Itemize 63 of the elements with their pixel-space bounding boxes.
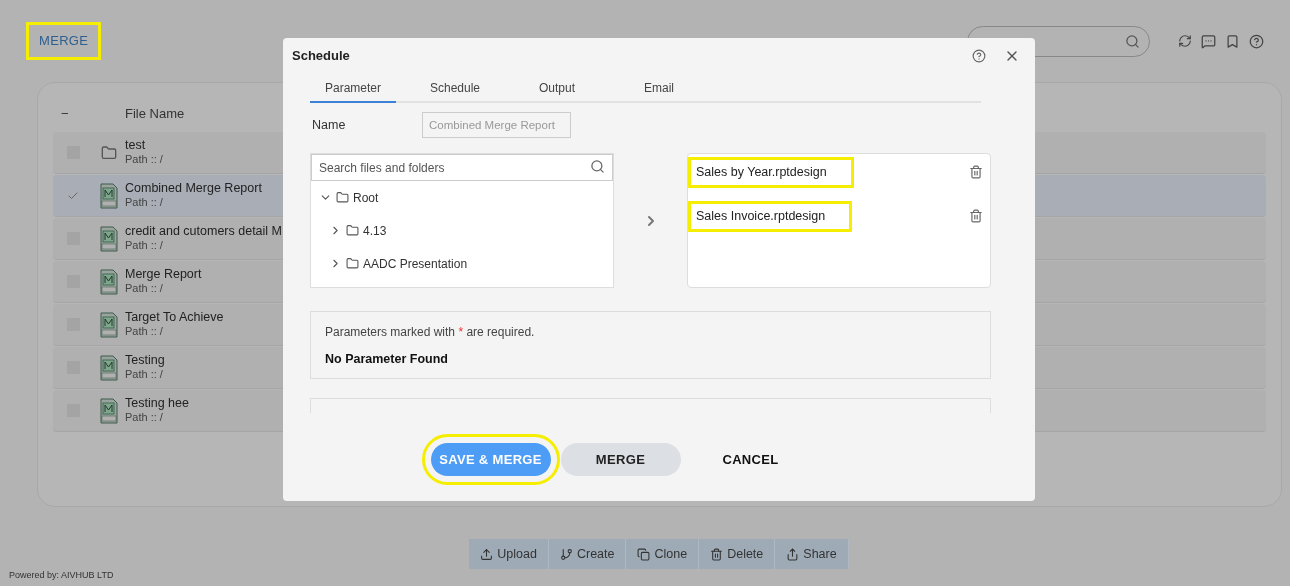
share-icon bbox=[786, 547, 800, 561]
page-title: MERGE bbox=[26, 22, 102, 60]
parameters-note: Parameters marked with * are required. bbox=[325, 324, 536, 341]
file-name: Testing bbox=[125, 352, 165, 369]
search-icon bbox=[590, 159, 605, 174]
toolbar-button[interactable]: Delete bbox=[699, 539, 776, 569]
copy-icon bbox=[637, 547, 651, 561]
file-path: Path :: / bbox=[125, 325, 164, 340]
file-path: Path :: / bbox=[125, 411, 164, 426]
file-path: Path :: / bbox=[125, 196, 164, 211]
dialog-button[interactable]: CANCEL bbox=[690, 443, 811, 476]
tab[interactable]: Schedule bbox=[412, 74, 498, 103]
toolbar-button[interactable]: Create bbox=[548, 539, 627, 569]
tree-item[interactable]: 4.13 bbox=[363, 221, 387, 240]
folder-icon bbox=[101, 144, 117, 161]
file-path: Path :: / bbox=[125, 282, 164, 297]
upload-icon bbox=[480, 547, 494, 561]
folder-icon bbox=[336, 191, 349, 204]
tab[interactable]: Parameter bbox=[310, 74, 396, 103]
file-name: Merge Report bbox=[125, 266, 202, 283]
report-file-icon bbox=[100, 354, 118, 381]
no-parameter-text: No Parameter Found bbox=[325, 351, 449, 368]
column-header: File Name bbox=[125, 105, 185, 124]
refresh-icon[interactable] bbox=[1178, 34, 1192, 48]
file-name: Testing hee bbox=[125, 395, 189, 412]
file-path: Path :: / bbox=[125, 153, 163, 168]
tree-item[interactable]: Root bbox=[353, 188, 379, 207]
help-icon[interactable] bbox=[972, 49, 986, 63]
folder-icon bbox=[346, 257, 359, 270]
file-name: test bbox=[125, 137, 147, 154]
toolbar-button[interactable]: Share bbox=[775, 539, 849, 569]
tree-item[interactable]: AADC Presentation bbox=[363, 254, 468, 273]
tab[interactable]: Email bbox=[616, 74, 702, 103]
dialog-title: Schedule bbox=[292, 47, 350, 66]
toolbar-button[interactable]: Clone bbox=[626, 539, 700, 569]
bookmark-icon[interactable] bbox=[1225, 33, 1240, 49]
report-file-icon bbox=[100, 182, 118, 209]
branch-icon bbox=[559, 547, 573, 561]
file-name: credit and cutomers detail M bbox=[125, 223, 282, 240]
trash-icon[interactable] bbox=[969, 165, 983, 179]
report-file-icon bbox=[100, 311, 118, 338]
file-name: Target To Achieve bbox=[125, 309, 224, 326]
dialog-button[interactable]: MERGE bbox=[560, 443, 681, 476]
help-icon[interactable] bbox=[1249, 33, 1264, 49]
report-file-icon bbox=[100, 397, 118, 424]
selected-file[interactable]: Sales by Year.rptdesign bbox=[688, 157, 854, 188]
select-all-toggle[interactable]: − bbox=[53, 104, 125, 124]
toolbar-button[interactable]: Upload bbox=[469, 539, 549, 569]
file-name: Combined Merge Report bbox=[125, 180, 262, 197]
file-path: Path :: / bbox=[125, 368, 164, 383]
report-file-icon bbox=[100, 225, 118, 252]
name-label: Name bbox=[311, 116, 347, 134]
tab[interactable]: Output bbox=[514, 74, 600, 103]
trash-icon[interactable] bbox=[969, 209, 983, 223]
selected-file[interactable]: Sales Invoice.rptdesign bbox=[688, 201, 853, 232]
tree-search-field[interactable]: Search files and folders bbox=[311, 154, 613, 181]
folder-icon bbox=[346, 224, 359, 237]
search-icon bbox=[1125, 33, 1140, 49]
chat-icon[interactable] bbox=[1201, 33, 1216, 49]
trash-icon bbox=[710, 547, 724, 561]
report-file-icon bbox=[100, 268, 118, 295]
footer-text: Powered by: AIVHUB LTD bbox=[9, 568, 114, 582]
file-path: Path :: / bbox=[125, 239, 164, 254]
